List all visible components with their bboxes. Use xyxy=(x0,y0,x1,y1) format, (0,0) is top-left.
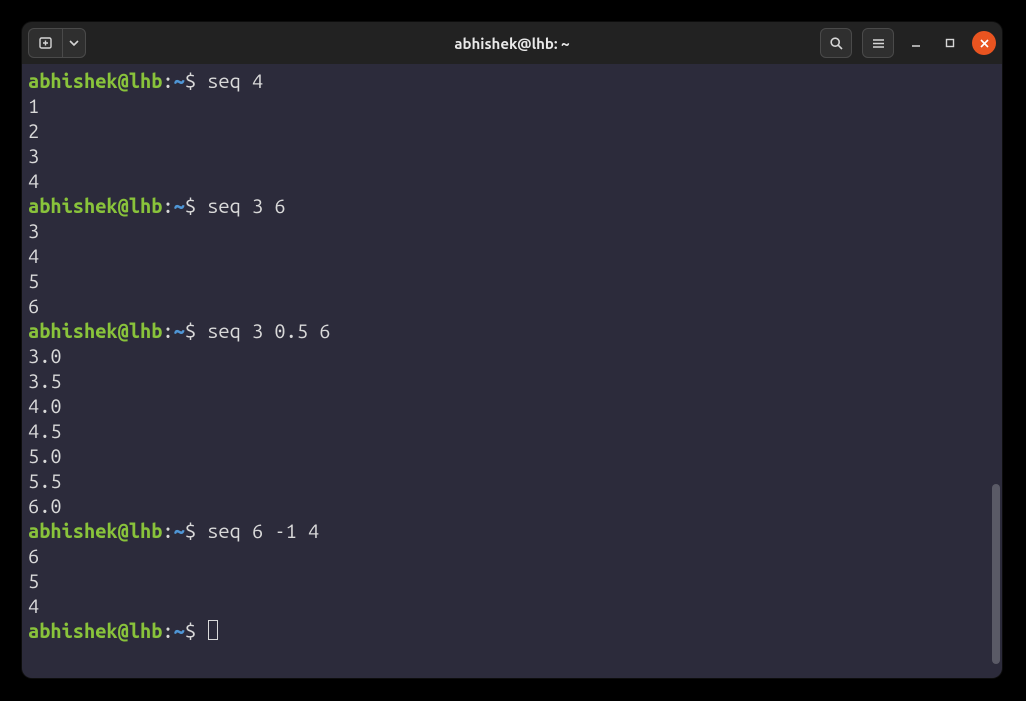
output-line: 5 xyxy=(28,268,996,293)
output-line: 5.0 xyxy=(28,443,996,468)
command-text: seq 4 xyxy=(207,69,263,92)
cursor xyxy=(208,620,218,640)
output-line: 4 xyxy=(28,593,996,618)
hamburger-icon xyxy=(871,36,886,51)
prompt-line: abhishek@lhb:~$ xyxy=(28,618,996,643)
maximize-button[interactable] xyxy=(938,31,962,55)
output-line: 6 xyxy=(28,543,996,568)
prompt-line: abhishek@lhb:~$ seq 3 6 xyxy=(28,193,996,218)
maximize-icon xyxy=(944,37,956,49)
output-line: 5 xyxy=(28,568,996,593)
command-text: seq 3 6 xyxy=(207,194,285,217)
output-line: 3 xyxy=(28,143,996,168)
new-tab-button[interactable] xyxy=(28,28,62,58)
prompt-line: abhishek@lhb:~$ seq 6 -1 4 xyxy=(28,518,996,543)
titlebar-right-group xyxy=(820,28,996,58)
terminal-output: abhishek@lhb:~$ seq 41234abhishek@lhb:~$… xyxy=(22,64,1002,678)
titlebar: abhishek@lhb: ~ xyxy=(22,22,1002,64)
titlebar-left-group xyxy=(28,28,86,58)
prompt-line: abhishek@lhb:~$ seq 4 xyxy=(28,68,996,93)
close-button[interactable] xyxy=(972,31,996,55)
output-line: 4 xyxy=(28,168,996,193)
output-line: 3.0 xyxy=(28,343,996,368)
search-icon xyxy=(829,36,844,51)
command-text: seq 3 0.5 6 xyxy=(207,319,330,342)
menu-button[interactable] xyxy=(862,28,894,58)
output-line: 2 xyxy=(28,118,996,143)
new-tab-dropdown-button[interactable] xyxy=(62,28,86,58)
chevron-down-icon xyxy=(69,38,79,48)
minimize-icon xyxy=(910,37,922,49)
scrollbar-thumb[interactable] xyxy=(992,484,1000,664)
minimize-button[interactable] xyxy=(904,31,928,55)
output-line: 4 xyxy=(28,243,996,268)
command-text: seq 6 -1 4 xyxy=(207,519,319,542)
output-line: 5.5 xyxy=(28,468,996,493)
output-line: 3.5 xyxy=(28,368,996,393)
output-line: 3 xyxy=(28,218,996,243)
prompt-line: abhishek@lhb:~$ seq 3 0.5 6 xyxy=(28,318,996,343)
search-button[interactable] xyxy=(820,28,852,58)
output-line: 6.0 xyxy=(28,493,996,518)
terminal-body[interactable]: abhishek@lhb:~$ seq 41234abhishek@lhb:~$… xyxy=(22,64,1002,678)
output-line: 4.5 xyxy=(28,418,996,443)
output-line: 4.0 xyxy=(28,393,996,418)
close-icon xyxy=(979,38,990,49)
output-line: 6 xyxy=(28,293,996,318)
terminal-window: abhishek@lhb: ~ xyxy=(22,22,1002,678)
output-line: 1 xyxy=(28,93,996,118)
new-tab-icon xyxy=(38,35,54,51)
